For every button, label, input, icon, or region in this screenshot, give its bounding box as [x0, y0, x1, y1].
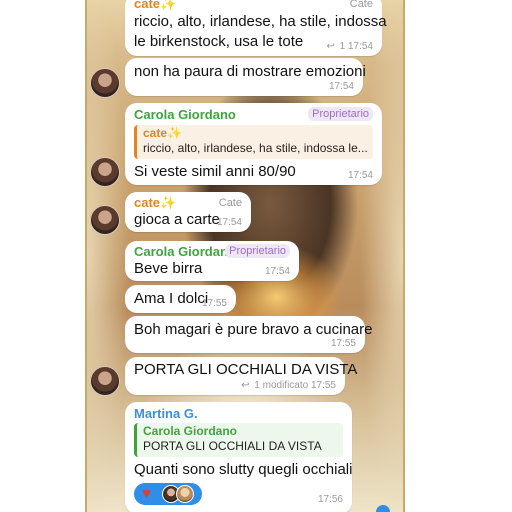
message-time: 17:54 [328, 81, 354, 92]
message-bubble[interactable]: Ama I dolci 17:55 [125, 285, 236, 313]
quoted-message[interactable]: cate✨ riccio, alto, irlandese, ha stile,… [134, 125, 373, 159]
message-time: 17:54 [216, 217, 242, 228]
avatar[interactable] [90, 205, 120, 235]
message-text: Ama I dolci [134, 290, 209, 307]
message-time: 17:55 [330, 338, 356, 349]
sender-name: Carola Giordano [134, 107, 236, 122]
quoted-sender: Carola Giordano [143, 424, 238, 438]
message-time: 17:56 [317, 494, 343, 505]
quoted-sender: cate✨ [143, 126, 182, 140]
message-text-line: riccio, alto, irlandese, ha stile, indos… [134, 13, 387, 30]
sender-name: Carola Giordano [134, 244, 236, 259]
message-text: Beve birra [134, 260, 203, 277]
message-time: 17:55 [201, 298, 227, 309]
member-role-badge: Proprietario [308, 107, 373, 121]
message-meta: ↩ 1 modificato 17:55 [241, 380, 336, 392]
avatar[interactable] [90, 366, 120, 396]
message-text: Quanti sono slutty quegli occhiali [134, 461, 353, 478]
reaction-pill[interactable]: ♥ [134, 483, 202, 505]
reply-count: 1 [339, 41, 346, 52]
message-bubble[interactable]: PORTA GLI OCCHIALI DA VISTA ↩ 1 modifica… [125, 357, 357, 395]
sender-name: cate✨ [134, 0, 177, 11]
message-time: 17:54 [264, 266, 290, 277]
heart-icon: ♥ [142, 485, 151, 502]
message-bubble[interactable]: cate✨ Cate riccio, alto, irlandese, ha s… [125, 0, 387, 56]
edited-label: modificato [262, 380, 309, 391]
message-time: 17:54 [347, 170, 373, 181]
message-bubble[interactable]: non ha paura di mostrare emozioni 17:54 [125, 58, 366, 96]
message-bubble[interactable]: Carola Giordano Proprietario Beve birra … [125, 241, 299, 281]
reply-icon: ↩ [241, 380, 250, 391]
message-bubble[interactable]: Carola Giordano Proprietario cate✨ ricci… [125, 103, 382, 185]
message-bubble[interactable]: cate✨ Cate gioca a carte 17:54 [125, 192, 251, 232]
message-text-line: le birkenstock, usa le tote [134, 33, 304, 50]
quoted-text: riccio, alto, irlandese, ha stile, indos… [143, 141, 367, 155]
sender-name: Martina G. [134, 406, 198, 421]
sender-name: cate✨ [134, 195, 177, 210]
quoted-message[interactable]: Carola Giordano PORTA GLI OCCHIALI DA VI… [134, 423, 343, 457]
member-role: Cate [349, 0, 373, 10]
message-bubble[interactable]: Martina G. Carola Giordano PORTA GLI OCC… [125, 402, 352, 512]
avatar[interactable] [90, 157, 120, 187]
message-time: 17:54 [347, 41, 373, 52]
member-role-badge: Proprietario [225, 244, 290, 258]
message-time: 17:55 [310, 380, 336, 391]
member-role: Cate [218, 197, 242, 209]
reactor-avatar [176, 485, 194, 503]
quoted-text: PORTA GLI OCCHIALI DA VISTA [143, 439, 322, 453]
message-bubble[interactable]: Boh magari è pure bravo a cucinare 17:55 [125, 316, 372, 353]
message-text: PORTA GLI OCCHIALI DA VISTA [134, 361, 358, 378]
message-text: gioca a carte [134, 211, 220, 228]
scroll-down-button[interactable] [376, 505, 390, 512]
message-text: non ha paura di mostrare emozioni [134, 63, 366, 80]
message-text: Boh magari è pure bravo a cucinare [134, 321, 373, 338]
reply-count: 1 [254, 380, 260, 391]
avatar[interactable] [90, 68, 120, 98]
message-text: Si veste simil anni 80/90 [134, 163, 296, 180]
reply-icon: ↩ [326, 41, 335, 52]
message-meta: ↩ 1 17:54 [326, 41, 373, 53]
